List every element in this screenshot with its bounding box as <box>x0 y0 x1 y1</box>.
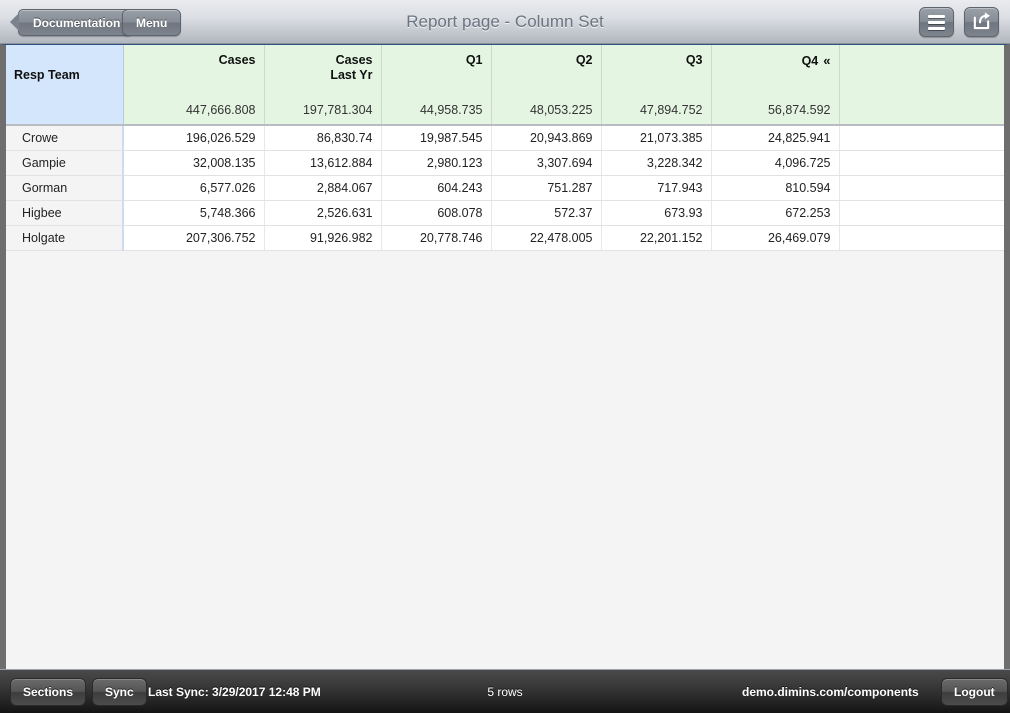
cell-q2: 20,943.869 <box>491 125 601 150</box>
table-body: Crowe196,026.52986,830.7419,987.54520,94… <box>6 125 1004 250</box>
column-header-q3[interactable]: Q3 <box>601 45 711 97</box>
cell-cases-last-yr: 91,926.982 <box>264 225 381 250</box>
site-url-text: demo.dimins.com/components <box>742 670 919 713</box>
column-header-cases[interactable]: Cases <box>123 45 264 97</box>
table-row[interactable]: Higbee5,748.3662,526.631608.078572.37673… <box>6 200 1004 225</box>
cell-cases: 196,026.529 <box>123 125 264 150</box>
row-team-name[interactable]: Holgate <box>6 225 123 250</box>
app-window: Documentation Menu Report page - Column … <box>0 0 1010 713</box>
cell-q3: 22,201.152 <box>601 225 711 250</box>
cell-q4: 4,096.725 <box>711 150 839 175</box>
row-filler-cell <box>839 175 1004 200</box>
totals-resp-team-cell <box>6 97 123 125</box>
documentation-back-button[interactable]: Documentation <box>18 9 133 36</box>
cell-q4: 24,825.941 <box>711 125 839 150</box>
row-team-name[interactable]: Gampie <box>6 150 123 175</box>
column-header-q2[interactable]: Q2 <box>491 45 601 97</box>
total-q3: 47,894.752 <box>601 97 711 125</box>
total-cases-last-yr: 197,781.304 <box>264 97 381 125</box>
row-filler-cell <box>839 225 1004 250</box>
cell-q4: 810.594 <box>711 175 839 200</box>
cell-cases: 207,306.752 <box>123 225 264 250</box>
share-export-button[interactable] <box>964 7 999 37</box>
table-header-labels-row: Resp Team Cases Cases Last Yr Q1 Q2 Q3 Q… <box>6 45 1004 97</box>
table-row[interactable]: Holgate207,306.75291,926.98220,778.74622… <box>6 225 1004 250</box>
menu-button[interactable]: Menu <box>122 9 181 36</box>
cell-q1: 2,980.123 <box>381 150 491 175</box>
row-filler-cell <box>839 200 1004 225</box>
row-team-name[interactable]: Gorman <box>6 175 123 200</box>
status-bar: Sections Sync Last Sync: 3/29/2017 12:48… <box>0 669 1010 713</box>
table-header-totals-row: 447,666.808 197,781.304 44,958.735 48,05… <box>6 97 1004 125</box>
row-team-name[interactable]: Higbee <box>6 200 123 225</box>
cell-q1: 19,987.545 <box>381 125 491 150</box>
row-team-name[interactable]: Crowe <box>6 125 123 150</box>
total-q2: 48,053.225 <box>491 97 601 125</box>
column-header-cases-last-yr[interactable]: Cases Last Yr <box>264 45 381 97</box>
cell-cases-last-yr: 2,884.067 <box>264 175 381 200</box>
table-header: Resp Team Cases Cases Last Yr Q1 Q2 Q3 Q… <box>6 45 1004 125</box>
header-filler-cell <box>839 45 1004 97</box>
column-header-q4-label: Q4 <box>802 54 819 68</box>
table-row[interactable]: Gorman6,577.0262,884.067604.243751.28771… <box>6 175 1004 200</box>
cell-q4: 26,469.079 <box>711 225 839 250</box>
total-cases: 447,666.808 <box>123 97 264 125</box>
hamburger-menu-button[interactable] <box>919 7 954 37</box>
cell-q2: 572.37 <box>491 200 601 225</box>
cell-q3: 21,073.385 <box>601 125 711 150</box>
row-filler-cell <box>839 150 1004 175</box>
logout-button[interactable]: Logout <box>941 678 1008 706</box>
cell-q2: 3,307.694 <box>491 150 601 175</box>
column-header-resp-team[interactable]: Resp Team <box>6 45 123 97</box>
top-toolbar: Documentation Menu Report page - Column … <box>0 0 1010 44</box>
table-row[interactable]: Gampie32,008.13513,612.8842,980.1233,307… <box>6 150 1004 175</box>
cell-cases-last-yr: 86,830.74 <box>264 125 381 150</box>
hamburger-menu-icon <box>928 15 945 30</box>
table-row[interactable]: Crowe196,026.52986,830.7419,987.54520,94… <box>6 125 1004 150</box>
cell-q2: 22,478.005 <box>491 225 601 250</box>
row-filler-cell <box>839 125 1004 150</box>
cell-q2: 751.287 <box>491 175 601 200</box>
logout-button-label: Logout <box>954 685 995 699</box>
column-header-cases-last-yr-line2: Last Yr <box>330 68 372 82</box>
menu-button-label: Menu <box>136 16 167 30</box>
cell-q1: 608.078 <box>381 200 491 225</box>
cell-cases: 5,748.366 <box>123 200 264 225</box>
column-header-cases-last-yr-line1: Cases <box>336 53 373 67</box>
cell-q1: 604.243 <box>381 175 491 200</box>
report-table: Resp Team Cases Cases Last Yr Q1 Q2 Q3 Q… <box>6 45 1004 251</box>
cell-q1: 20,778.746 <box>381 225 491 250</box>
share-export-icon <box>972 11 991 33</box>
column-header-q4[interactable]: Q4 « <box>711 45 839 97</box>
collapse-columns-icon[interactable]: « <box>823 53 830 68</box>
cell-cases: 32,008.135 <box>123 150 264 175</box>
report-table-container[interactable]: Resp Team Cases Cases Last Yr Q1 Q2 Q3 Q… <box>0 44 1010 669</box>
cell-cases: 6,577.026 <box>123 175 264 200</box>
column-header-q1[interactable]: Q1 <box>381 45 491 97</box>
totals-filler-cell <box>839 97 1004 125</box>
total-q1: 44,958.735 <box>381 97 491 125</box>
cell-cases-last-yr: 13,612.884 <box>264 150 381 175</box>
cell-cases-last-yr: 2,526.631 <box>264 200 381 225</box>
documentation-back-label: Documentation <box>33 16 120 30</box>
cell-q4: 672.253 <box>711 200 839 225</box>
cell-q3: 3,228.342 <box>601 150 711 175</box>
cell-q3: 717.943 <box>601 175 711 200</box>
cell-q3: 673.93 <box>601 200 711 225</box>
total-q4: 56,874.592 <box>711 97 839 125</box>
